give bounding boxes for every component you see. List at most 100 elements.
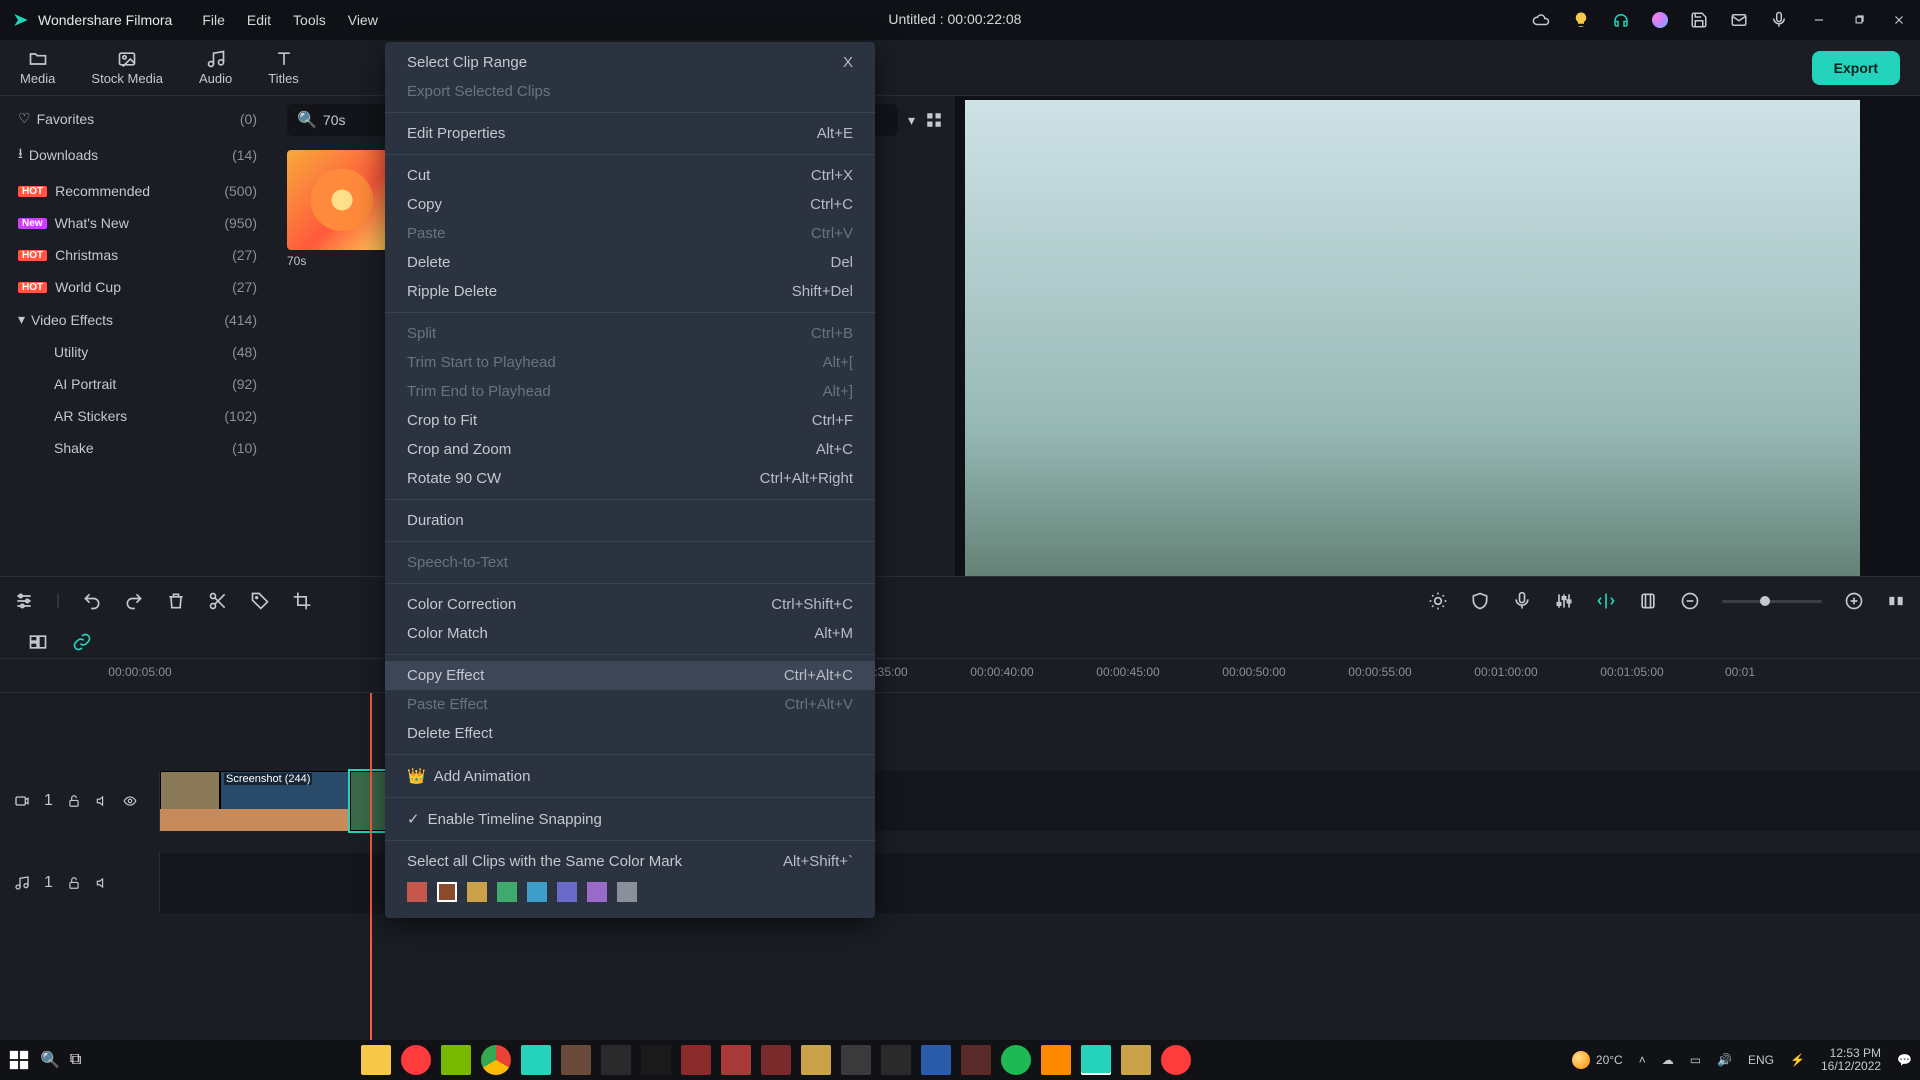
taskbar-app-filmora[interactable]	[521, 1045, 551, 1075]
cloud-icon[interactable]	[1532, 11, 1550, 29]
ctx-select-same-color[interactable]: Select all Clips with the Same Color Mar…	[385, 847, 875, 876]
start-button[interactable]	[8, 1049, 30, 1071]
taskbar-app-14[interactable]	[921, 1045, 951, 1075]
taskbar-app-19[interactable]	[1161, 1045, 1191, 1075]
taskbar-app-18[interactable]	[1121, 1045, 1151, 1075]
taskbar-app-13[interactable]	[881, 1045, 911, 1075]
taskbar-app-9[interactable]	[721, 1045, 751, 1075]
zoom-out-icon[interactable]	[1680, 591, 1700, 611]
sidebar-item-utility[interactable]: Utility(48)	[0, 336, 275, 368]
ctx-enable-snapping[interactable]: ✓Enable Timeline Snapping	[385, 804, 875, 834]
ctx-color-match[interactable]: Color MatchAlt+M	[385, 619, 875, 648]
ctx-select-clip-range[interactable]: Select Clip RangeX	[385, 48, 875, 77]
clip-2[interactable]: Screenshot (244)	[220, 771, 350, 831]
grid-view-icon[interactable]	[925, 111, 943, 129]
window-restore-icon[interactable]	[1850, 11, 1868, 29]
tray-language-icon[interactable]: ENG	[1748, 1053, 1774, 1067]
voiceover-icon[interactable]	[1512, 591, 1532, 611]
sidebar-item-downloads[interactable]: ⭳Downloads(14)	[0, 135, 275, 175]
notifications-icon[interactable]: 💬	[1897, 1053, 1912, 1067]
swatch-yellow[interactable]	[467, 882, 487, 902]
tab-audio[interactable]: Audio	[199, 49, 232, 86]
tag-icon[interactable]	[250, 591, 270, 611]
taskbar-app-8[interactable]	[681, 1045, 711, 1075]
zoom-in-icon[interactable]	[1844, 591, 1864, 611]
taskbar-app-12[interactable]	[841, 1045, 871, 1075]
sidebar-item-world-cup[interactable]: HOTWorld Cup(27)	[0, 271, 275, 303]
taskbar-app-6[interactable]	[601, 1045, 631, 1075]
windows-taskbar[interactable]: 🔍 ⧉ 20°C ˄ ☁ ▭ 🔊 ENG ⚡ 12:53 PM 16/12/20…	[0, 1040, 1920, 1080]
sidebar-item-ai-portrait[interactable]: AI Portrait(92)	[0, 368, 275, 400]
ctx-crop-to-fit[interactable]: Crop to FitCtrl+F	[385, 406, 875, 435]
window-close-icon[interactable]	[1890, 11, 1908, 29]
ctx-delete[interactable]: DeleteDel	[385, 248, 875, 277]
swatch-cyan[interactable]	[527, 882, 547, 902]
lock-icon[interactable]	[67, 876, 81, 890]
sidebar-item-recommended[interactable]: HOTRecommended(500)	[0, 175, 275, 207]
sidebar-item-favorites[interactable]: ♡Favorites(0)	[0, 102, 275, 135]
ctx-delete-effect[interactable]: Delete Effect	[385, 719, 875, 748]
ctx-ripple-delete[interactable]: Ripple DeleteShift+Del	[385, 277, 875, 306]
swatch-brown[interactable]	[437, 882, 457, 902]
tab-stock-media[interactable]: Stock Media	[91, 49, 163, 86]
link-icon[interactable]	[72, 632, 92, 652]
menu-tools[interactable]: Tools	[293, 12, 326, 28]
playhead[interactable]	[370, 693, 372, 1040]
ctx-crop-and-zoom[interactable]: Crop and ZoomAlt+C	[385, 435, 875, 464]
weather-widget[interactable]: 20°C	[1572, 1051, 1623, 1069]
thumbnail-view-icon[interactable]	[28, 632, 48, 652]
menu-view[interactable]: View	[348, 12, 378, 28]
ctx-copy-effect[interactable]: Copy EffectCtrl+Alt+C	[385, 661, 875, 690]
undo-icon[interactable]	[82, 591, 102, 611]
tray-chevron-icon[interactable]: ˄	[1639, 1053, 1646, 1067]
swatch-gray[interactable]	[617, 882, 637, 902]
task-view-icon[interactable]: ⧉	[70, 1051, 81, 1069]
taskbar-app-vlc[interactable]	[1041, 1045, 1071, 1075]
redo-icon[interactable]	[124, 591, 144, 611]
tray-volume-icon[interactable]: 🔊	[1717, 1053, 1732, 1067]
ctx-duration[interactable]: Duration	[385, 506, 875, 535]
lock-icon[interactable]	[67, 794, 81, 808]
shield-icon[interactable]	[1470, 591, 1490, 611]
ctx-color-correction[interactable]: Color CorrectionCtrl+Shift+C	[385, 590, 875, 619]
sidebar-item-video-effects[interactable]: ▾Video Effects(414)	[0, 303, 275, 336]
timeline-ruler[interactable]: 00:00:05:00 00:00:30:00 00:00:35:00 00:0…	[0, 659, 1920, 693]
zoom-slider[interactable]	[1722, 600, 1822, 603]
split-icon[interactable]	[208, 591, 228, 611]
taskbar-app-spotify[interactable]	[1001, 1045, 1031, 1075]
menu-file[interactable]: File	[202, 12, 225, 28]
clip-1[interactable]	[160, 771, 220, 831]
search-taskbar-icon[interactable]: 🔍	[40, 1050, 60, 1070]
sidebar-item-christmas[interactable]: HOTChristmas(27)	[0, 239, 275, 271]
ctx-rotate-90[interactable]: Rotate 90 CWCtrl+Alt+Right	[385, 464, 875, 493]
taskbar-app-explorer[interactable]	[361, 1045, 391, 1075]
ctx-cut[interactable]: CutCtrl+X	[385, 161, 875, 190]
crop-icon[interactable]	[292, 591, 312, 611]
adjustments-icon[interactable]	[14, 591, 34, 611]
mic-icon[interactable]	[1770, 11, 1788, 29]
ctx-add-animation[interactable]: 👑Add Animation	[385, 761, 875, 791]
sidebar-item-whats-new[interactable]: NewWhat's New(950)	[0, 207, 275, 239]
save-icon[interactable]	[1690, 11, 1708, 29]
sidebar-item-ar-stickers[interactable]: AR Stickers(102)	[0, 400, 275, 432]
audio-track-header[interactable]: 1	[0, 853, 160, 913]
audio-mixer-icon[interactable]	[1554, 591, 1574, 611]
thumb-70s[interactable]: 70s	[287, 150, 387, 288]
mail-icon[interactable]	[1730, 11, 1748, 29]
tray-cloud-icon[interactable]: ☁	[1662, 1053, 1674, 1067]
taskbar-app-7[interactable]	[641, 1045, 671, 1075]
taskbar-app-chrome[interactable]	[481, 1045, 511, 1075]
swatch-blue[interactable]	[557, 882, 577, 902]
tray-wifi-icon[interactable]: ⚡	[1790, 1053, 1805, 1067]
sidebar-item-shake[interactable]: Shake(10)	[0, 432, 275, 464]
ctx-copy[interactable]: CopyCtrl+C	[385, 190, 875, 219]
auto-beat-icon[interactable]	[1596, 591, 1616, 611]
tab-media[interactable]: Media	[20, 49, 55, 86]
swatch-red[interactable]	[407, 882, 427, 902]
swatch-purple[interactable]	[587, 882, 607, 902]
taskbar-app-15[interactable]	[961, 1045, 991, 1075]
tray-battery-icon[interactable]: ▭	[1690, 1053, 1701, 1067]
tips-icon[interactable]	[1572, 11, 1590, 29]
export-button[interactable]: Export	[1812, 51, 1900, 85]
menu-edit[interactable]: Edit	[247, 12, 271, 28]
